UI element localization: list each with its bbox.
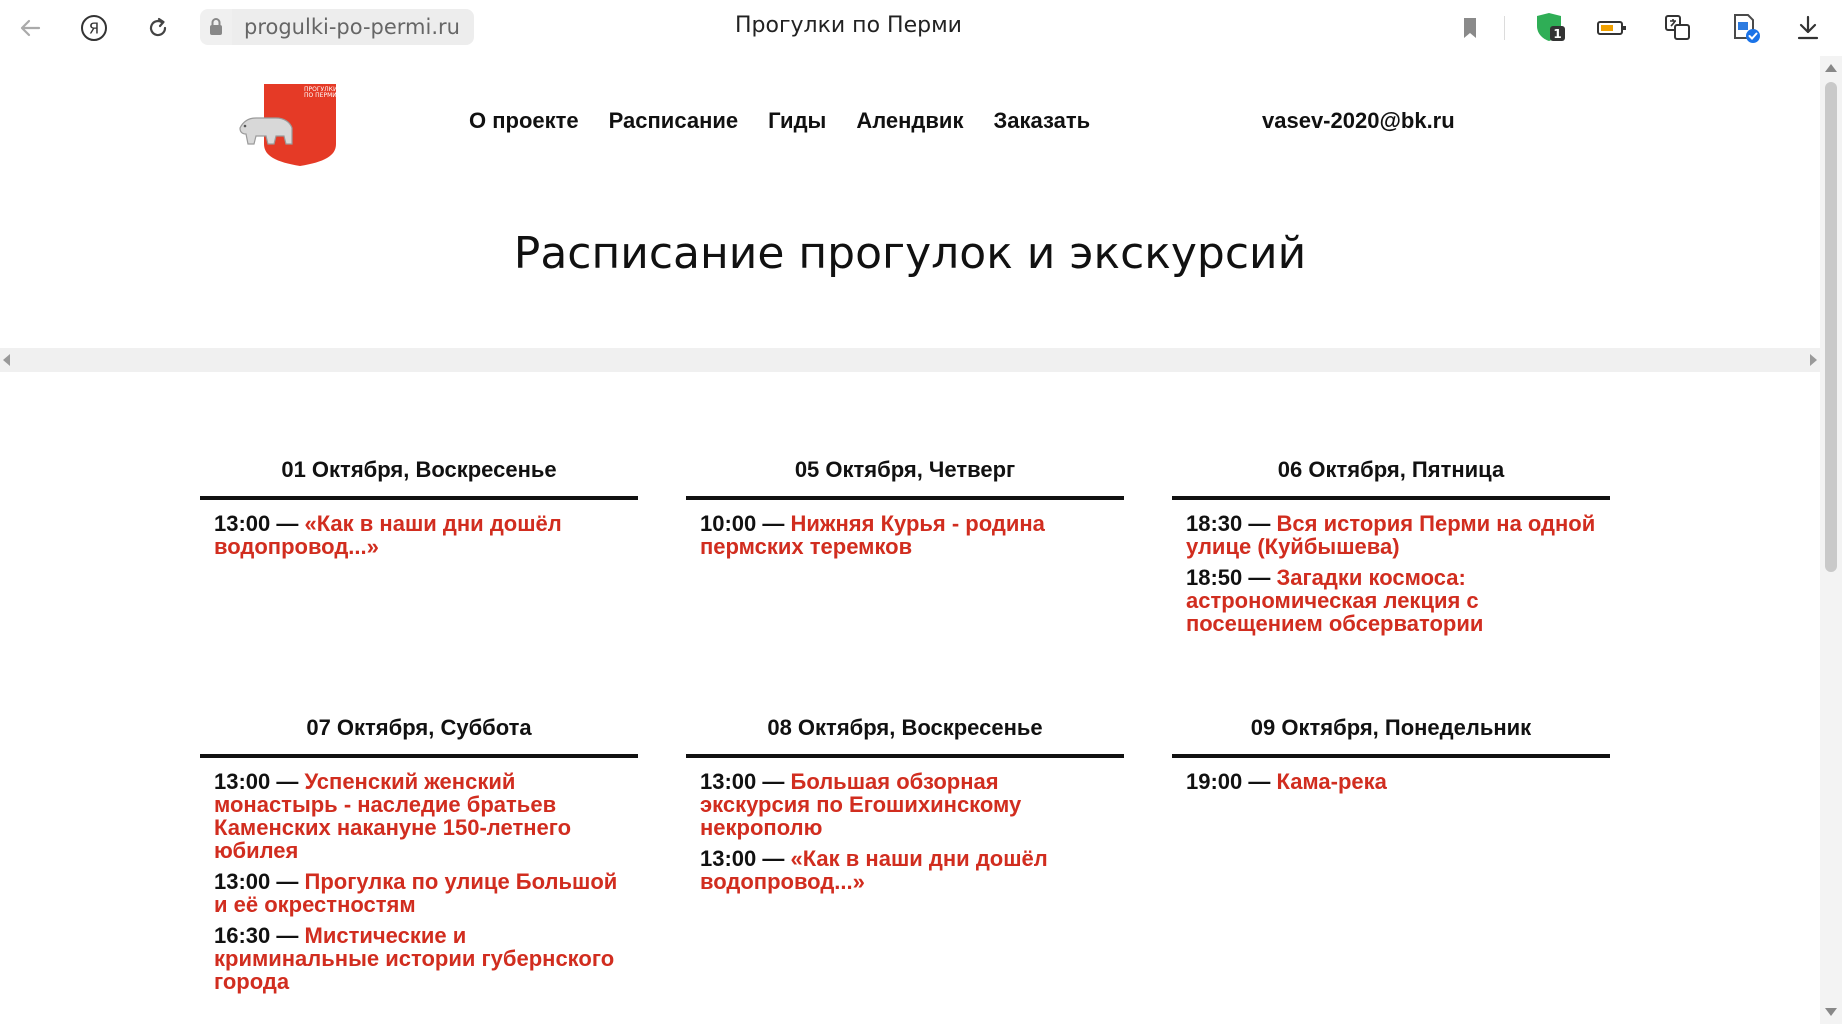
svg-text:ПО ПЕРМИ: ПО ПЕРМИ — [304, 92, 337, 99]
toolbar-divider — [1504, 16, 1505, 40]
event-link[interactable]: Кама-река — [1277, 769, 1387, 794]
nav-alendvik[interactable]: Алендвик — [856, 108, 963, 134]
event-time: 13:00 — — [214, 869, 305, 894]
event-list: 18:30 — Вся история Перми на одной улице… — [1172, 500, 1610, 635]
event-list: 13:00 — Успенский женский монастырь - на… — [200, 758, 638, 993]
tab-title: Прогулки по Перми — [735, 13, 962, 38]
adblock-shield-icon[interactable]: 1 — [1532, 10, 1568, 46]
event-time: 18:50 — — [1186, 565, 1277, 590]
scrollbar-thumb[interactable] — [1825, 82, 1837, 572]
day-date: 07 Октября, Суббота — [200, 714, 638, 758]
scroll-up-icon[interactable] — [1825, 64, 1837, 72]
document-check-icon[interactable] — [1728, 10, 1764, 46]
event-item: 13:00 — Большая обзорная экскурсия по Ег… — [700, 770, 1110, 839]
event-item: 13:00 — Прогулка по улице Большой и её о… — [214, 870, 624, 916]
day-date: 01 Октября, Воскресенье — [200, 456, 638, 500]
back-arrow-icon[interactable] — [12, 10, 48, 46]
event-list: 13:00 — Большая обзорная экскурсия по Ег… — [686, 758, 1124, 893]
event-item: 18:30 — Вся история Перми на одной улице… — [1186, 512, 1596, 558]
day-card: 08 Октября, Воскресенье 13:00 — Большая … — [686, 714, 1124, 901]
yandex-icon[interactable]: Я — [76, 10, 112, 46]
day-card: 09 Октября, Понедельник 19:00 — Кама-рек… — [1172, 714, 1610, 801]
event-time: 10:00 — — [700, 511, 791, 536]
day-date: 06 Октября, Пятница — [1172, 456, 1610, 500]
site-logo[interactable]: ПРОГУЛКИ ПО ПЕРМИ — [236, 82, 342, 168]
address-bar[interactable]: progulki-po-permi.ru — [200, 9, 474, 45]
day-card: 01 Октября, Воскресенье 13:00 — «Как в н… — [200, 456, 638, 566]
lock-icon[interactable] — [200, 9, 232, 45]
nav-order[interactable]: Заказать — [993, 108, 1090, 134]
nav-about[interactable]: О проекте — [469, 108, 579, 134]
scroll-right-icon[interactable] — [1810, 354, 1817, 366]
nav-schedule[interactable]: Расписание — [609, 108, 738, 134]
event-time: 13:00 — — [700, 769, 791, 794]
shield-badge-count: 1 — [1553, 27, 1561, 41]
day-card: 06 Октября, Пятница 18:30 — Вся история … — [1172, 456, 1610, 643]
day-date: 05 Октября, Четверг — [686, 456, 1124, 500]
event-item: 16:30 — Мистические и криминальные истор… — [214, 924, 624, 993]
day-date: 09 Октября, Понедельник — [1172, 714, 1610, 758]
download-icon[interactable] — [1790, 10, 1826, 46]
day-card: 05 Октября, Четверг 10:00 — Нижняя Курья… — [686, 456, 1124, 566]
event-item: 10:00 — Нижняя Курья - родина пермских т… — [700, 512, 1110, 558]
event-list: 19:00 — Кама-река — [1172, 758, 1610, 793]
event-time: 13:00 — — [214, 511, 305, 536]
event-item: 13:00 — «Как в наши дни дошёл водопровод… — [700, 847, 1110, 893]
url-text[interactable]: progulki-po-permi.ru — [232, 9, 474, 45]
horizontal-scrollbar[interactable] — [0, 348, 1820, 372]
scroll-left-icon[interactable] — [3, 354, 10, 366]
event-item: 18:50 — Загадки космоса: астрономическая… — [1186, 566, 1596, 635]
event-time: 13:00 — — [700, 846, 791, 871]
translate-icon[interactable] — [1660, 10, 1696, 46]
event-time: 13:00 — — [214, 769, 305, 794]
contact-email[interactable]: vasev-2020@bk.ru — [1262, 108, 1455, 134]
bookmark-icon[interactable] — [1452, 10, 1488, 46]
main-nav: О проекте Расписание Гиды Алендвик Заказ… — [469, 108, 1120, 134]
page-title: Расписание прогулок и экскурсий — [513, 228, 1307, 279]
reload-icon[interactable] — [140, 10, 176, 46]
nav-guides[interactable]: Гиды — [768, 108, 826, 134]
page-content: ПРОГУЛКИ ПО ПЕРМИ О проекте Расписание Г… — [0, 56, 1820, 1024]
event-time: 16:30 — — [214, 923, 305, 948]
event-time: 19:00 — — [1186, 769, 1277, 794]
vertical-scrollbar[interactable] — [1820, 56, 1842, 1024]
event-item: 13:00 — Успенский женский монастырь - на… — [214, 770, 624, 862]
event-item: 13:00 — «Как в наши дни дошёл водопровод… — [214, 512, 624, 558]
event-list: 10:00 — Нижняя Курья - родина пермских т… — [686, 500, 1124, 558]
battery-icon[interactable] — [1594, 10, 1630, 46]
event-item: 19:00 — Кама-река — [1186, 770, 1596, 793]
browser-toolbar: Я progulki-po-permi.ru Прогулки по Перми… — [0, 0, 1842, 56]
day-card: 07 Октября, Суббота 13:00 — Успенский же… — [200, 714, 638, 1001]
day-date: 08 Октября, Воскресенье — [686, 714, 1124, 758]
event-time: 18:30 — — [1186, 511, 1277, 536]
scroll-down-icon[interactable] — [1825, 1008, 1837, 1016]
event-list: 13:00 — «Как в наши дни дошёл водопровод… — [200, 500, 638, 558]
svg-text:Я: Я — [89, 20, 99, 38]
